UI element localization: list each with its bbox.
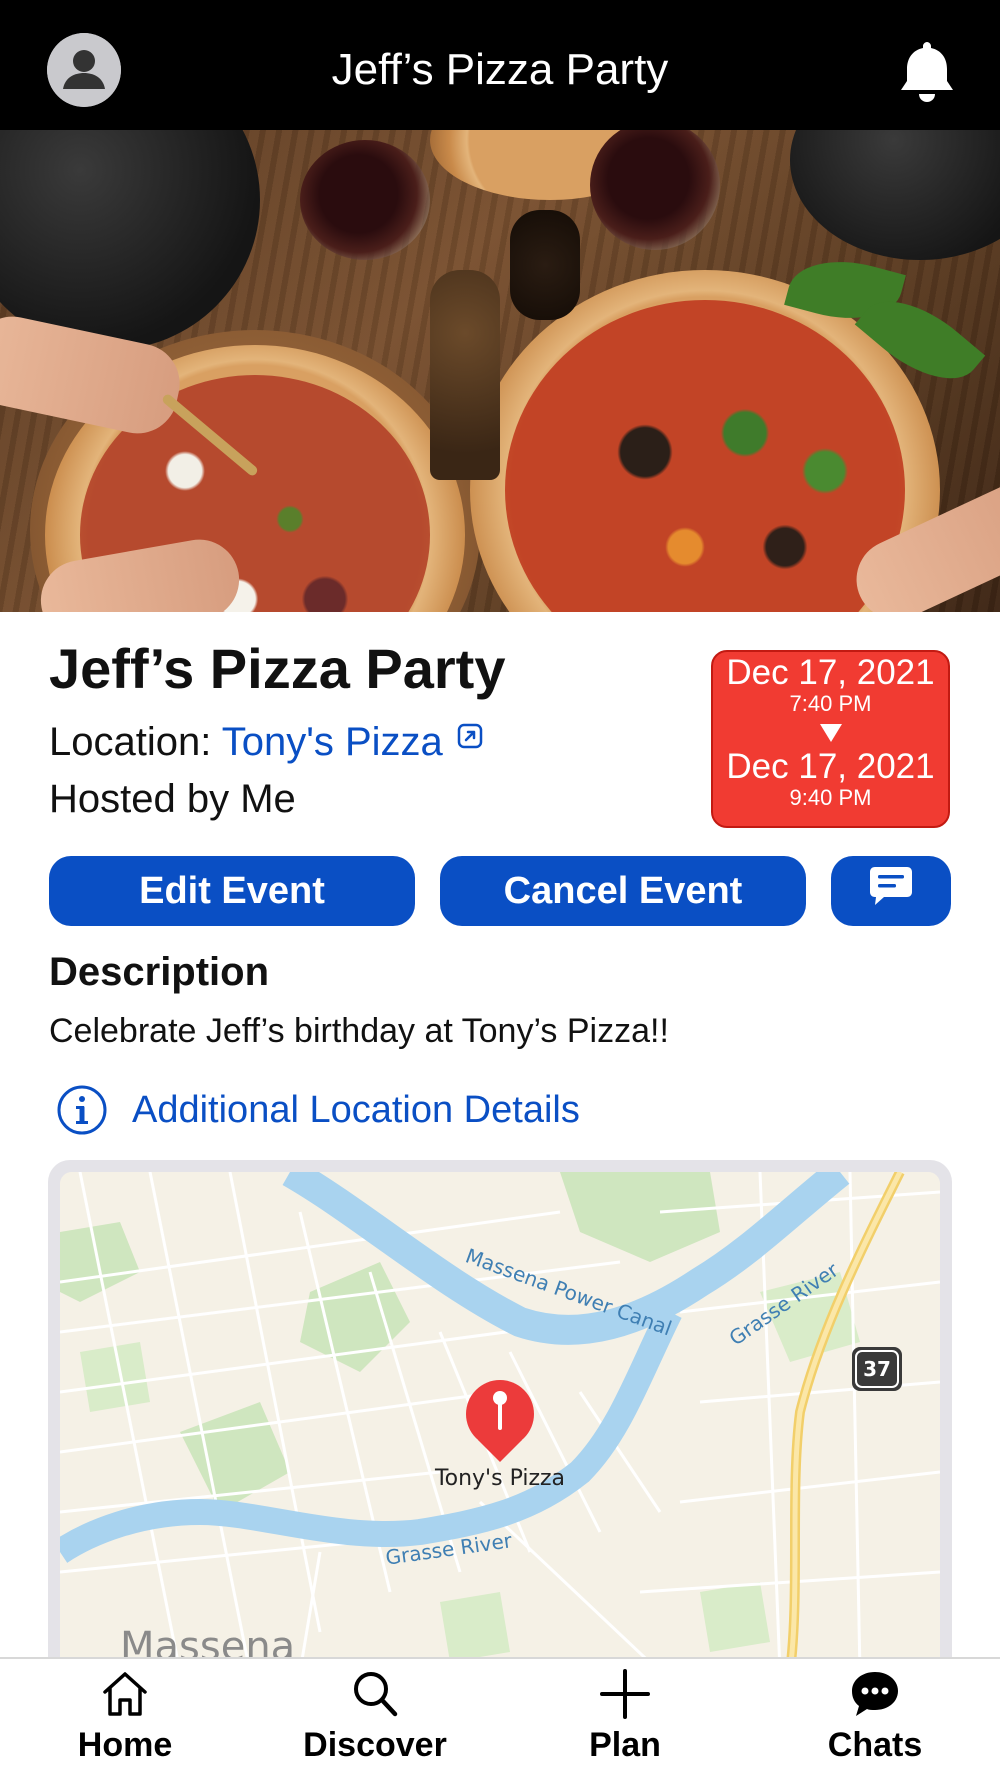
tab-plan-label: Plan (589, 1726, 661, 1764)
tab-plan[interactable]: Plan (525, 1666, 725, 1774)
arrow-down-icon (819, 724, 842, 742)
search-icon (347, 1666, 403, 1722)
tab-chats-label: Chats (827, 1726, 923, 1764)
date-range-badge: Dec 17, 2021 7:40 PM Dec 17, 2021 9:40 P… (711, 650, 950, 828)
info-circle-icon (56, 1084, 108, 1136)
map-pin-label: Tony's Pizza (434, 1466, 566, 1491)
start-time: 7:40 PM (789, 691, 872, 716)
message-icon (868, 864, 914, 918)
end-date: Dec 17, 2021 (726, 747, 935, 786)
cancel-event-button[interactable]: Cancel Event (440, 856, 806, 926)
tab-discover-label: Discover (303, 1726, 447, 1764)
location-row: Location: Tony's Pizza (49, 714, 483, 765)
end-time: 9:40 PM (789, 785, 872, 810)
location-map[interactable]: Massena Power Canal Grasse River Grasse … (60, 1172, 940, 1672)
tab-chats[interactable]: Chats (775, 1666, 975, 1774)
chat-bubble-icon (847, 1666, 903, 1722)
event-title: Jeff’s Pizza Party (49, 637, 506, 700)
plus-icon (597, 1666, 653, 1722)
tab-discover[interactable]: Discover (275, 1666, 475, 1774)
start-date: Dec 17, 2021 (726, 653, 935, 692)
route-number: 37 (863, 1357, 891, 1381)
description-heading: Description (49, 950, 270, 994)
bell-icon[interactable] (898, 38, 956, 104)
home-icon (97, 1666, 153, 1722)
edit-event-button[interactable]: Edit Event (49, 856, 415, 926)
page-title: Jeff’s Pizza Party (331, 45, 669, 94)
tab-home-label: Home (77, 1726, 173, 1764)
external-link-icon[interactable] (457, 714, 483, 749)
additional-location-details-label: Additional Location Details (132, 1088, 580, 1131)
tab-home[interactable]: Home (25, 1666, 225, 1774)
additional-location-details-link[interactable]: Additional Location Details (56, 1083, 580, 1137)
event-cover-image (0, 130, 1000, 612)
host-text: Hosted by Me (49, 777, 296, 821)
location-label: Location: (49, 720, 222, 764)
location-link[interactable]: Tony's Pizza (222, 720, 443, 764)
event-chat-button[interactable] (831, 856, 951, 926)
description-text: Celebrate Jeff’s birthday at Tony’s Pizz… (49, 1012, 669, 1050)
